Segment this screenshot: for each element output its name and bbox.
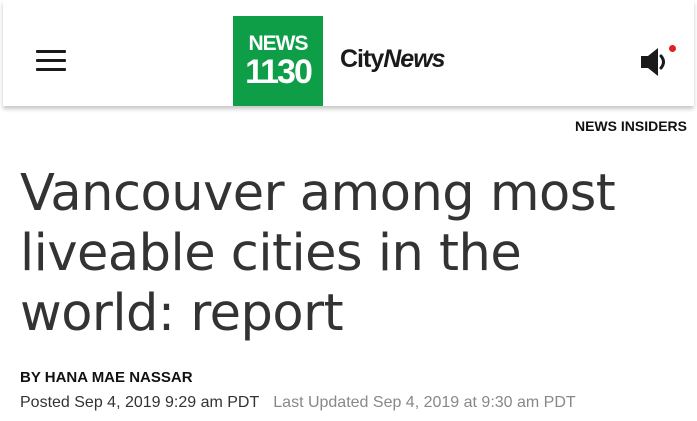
menu-line [36,68,66,71]
posted-date: Posted Sep 4, 2019 9:29 am PDT [20,394,260,411]
page: NEWS 1130 CityNews NEWS INSIDERS Vancouv… [0,0,697,421]
updated-date: Last Updated Sep 4, 2019 at 9:30 am PDT [273,394,576,411]
article-title: Vancouver among most liveable cities in … [20,164,616,343]
menu-line [36,59,66,62]
byline: BY HANA MAE NASSAR [20,369,193,386]
notification-dot [669,45,676,52]
section-label[interactable]: NEWS INSIDERS [575,118,687,134]
byline-prefix: BY [20,369,41,386]
menu-line [36,50,66,53]
author-link[interactable]: HANA MAE NASSAR [45,369,193,386]
site-header: NEWS 1130 CityNews [3,0,694,106]
hamburger-menu-icon[interactable] [36,49,66,73]
news1130-logo[interactable]: NEWS 1130 [233,16,323,106]
citynews-logo[interactable]: CityNews [340,45,446,74]
speaker-glyph [641,48,665,76]
brand-city: City [340,45,384,73]
article-dates: Posted Sep 4, 2019 9:29 am PDT Last Updat… [20,394,576,412]
logo-line-1: NEWS [248,32,309,55]
logo-line-2: 1130 [245,53,313,91]
speaker-icon[interactable] [639,44,679,80]
brand-news: News [383,45,445,73]
